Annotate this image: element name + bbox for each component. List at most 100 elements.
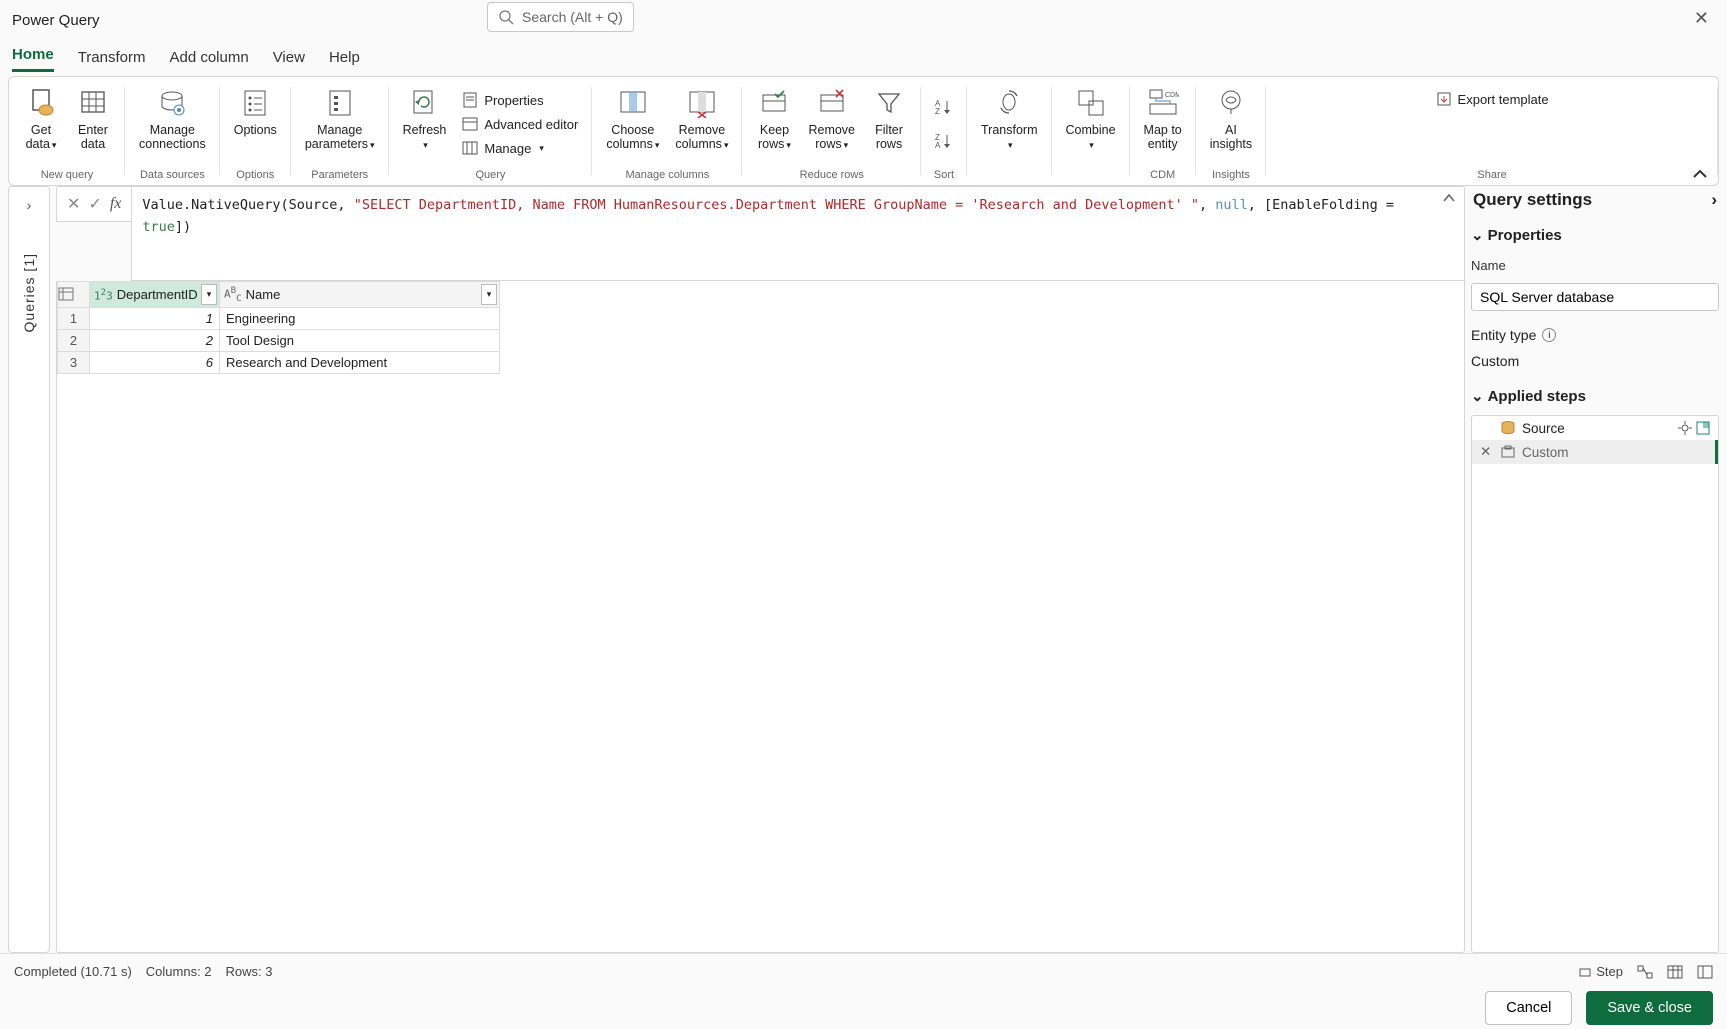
entity-type-label: Entity type [1471, 327, 1536, 343]
remove-rows-button[interactable]: Remove rows▾ [802, 81, 861, 167]
diagram-view-button[interactable] [1637, 965, 1653, 979]
fx-icon[interactable]: fx [106, 195, 126, 213]
svg-text:A: A [935, 141, 941, 150]
tab-transform[interactable]: Transform [78, 49, 146, 72]
step-custom[interactable]: ✕ Custom [1472, 440, 1718, 464]
map-to-entity-button[interactable]: CDM Map to entity [1138, 81, 1188, 167]
enter-data-button[interactable]: Enter data [69, 81, 117, 167]
search-placeholder: Search (Alt + Q) [522, 9, 623, 25]
group-sort: AZ ZA Sort [921, 77, 967, 185]
group-share: Export template Share [1266, 77, 1718, 185]
entity-type-value: Custom [1471, 353, 1719, 369]
table-row[interactable]: 22Tool Design [58, 329, 500, 351]
group-query: Refresh▾ Properties Advanced editor Mana… [389, 77, 593, 185]
query-name-input[interactable] [1471, 283, 1719, 311]
tab-home[interactable]: Home [12, 46, 54, 72]
svg-text:Z: Z [935, 107, 940, 116]
full-view-button[interactable] [1697, 965, 1713, 979]
data-grid: 123DepartmentID ▾ ABCName ▾ 11Engineerin… [56, 281, 1465, 953]
remove-columns-button[interactable]: Remove columns▾ [669, 81, 734, 167]
choose-columns-button[interactable]: Choose columns▾ [600, 81, 665, 167]
column-dropdown-icon[interactable]: ▾ [201, 284, 217, 305]
status-columns: Columns: 2 [146, 964, 212, 979]
step-source[interactable]: ✕ Source [1472, 416, 1718, 440]
status-bar: Completed (10.71 s) Columns: 2 Rows: 3 S… [0, 953, 1727, 989]
properties-button[interactable]: Properties [456, 88, 584, 112]
query-settings-title: Query settings [1473, 190, 1592, 210]
combine-button[interactable]: Combine▾ [1060, 81, 1122, 179]
title-bar: Power Query Search (Alt + Q) ✕ [0, 0, 1727, 40]
group-label: Query [475, 167, 505, 183]
sort-desc-button[interactable]: ZA [929, 124, 959, 158]
manage-connections-button[interactable]: Manage connections [133, 81, 212, 167]
grid-view-button[interactable] [1667, 965, 1683, 979]
cancel-button[interactable]: Cancel [1485, 991, 1572, 1025]
search-box[interactable]: Search (Alt + Q) [487, 2, 634, 32]
text-type-icon: ABC [224, 285, 242, 304]
sort-asc-button[interactable]: AZ [929, 90, 959, 124]
manage-button[interactable]: Manage▾ [456, 136, 584, 160]
tab-add-column[interactable]: Add column [169, 49, 248, 72]
collapse-formula-icon[interactable] [1442, 193, 1456, 203]
filter-rows-button[interactable]: Filter rows [865, 81, 913, 167]
group-new-query: Get data▾ Enter data New query [9, 77, 125, 185]
expand-queries-button[interactable]: › [27, 197, 32, 213]
name-label: Name [1471, 258, 1719, 273]
cancel-formula-icon[interactable]: ✕ [63, 194, 84, 214]
footer-buttons: Cancel Save & close [1485, 991, 1713, 1025]
save-close-button[interactable]: Save & close [1586, 991, 1713, 1025]
group-options: Options Options [220, 77, 291, 185]
column-header-name[interactable]: ABCName ▾ [220, 282, 500, 308]
group-label: Sort [934, 167, 954, 183]
get-data-button[interactable]: Get data▾ [17, 81, 65, 167]
native-query-icon[interactable] [1696, 421, 1710, 435]
number-type-icon: 123 [94, 287, 113, 303]
column-dropdown-icon[interactable]: ▾ [481, 284, 497, 305]
commit-formula-icon[interactable]: ✓ [84, 194, 105, 214]
step-icon [1500, 444, 1516, 460]
queries-label: Queries [1] [21, 253, 37, 332]
group-label: Parameters [311, 167, 368, 183]
delete-step-icon[interactable]: ✕ [1480, 444, 1494, 460]
group-label: New query [41, 167, 94, 183]
column-header-departmentid[interactable]: 123DepartmentID ▾ [90, 282, 220, 308]
applied-steps-toggle[interactable]: ⌄Applied steps [1471, 387, 1719, 405]
grid-corner[interactable] [58, 282, 90, 308]
ribbon-tabs: Home Transform Add column View Help [0, 40, 1727, 72]
options-button[interactable]: Options [228, 81, 283, 167]
group-label: Reduce rows [800, 167, 864, 183]
status-completed: Completed (10.71 s) [14, 964, 132, 979]
formula-input[interactable]: Value.NativeQuery(Source, "SELECT Depart… [131, 186, 1465, 281]
close-icon[interactable]: ✕ [1694, 8, 1709, 29]
tab-view[interactable]: View [273, 49, 305, 72]
properties-section-toggle[interactable]: ⌄Properties [1471, 226, 1719, 244]
export-template-button[interactable]: Export template [1430, 87, 1555, 111]
tab-help[interactable]: Help [329, 49, 360, 72]
gear-icon[interactable] [1678, 421, 1692, 435]
manage-parameters-button[interactable]: Manage parameters▾ [299, 81, 381, 167]
group-transform-solo: Transform▾ [967, 77, 1052, 185]
ai-insights-button[interactable]: AI insights [1204, 81, 1258, 167]
refresh-button[interactable]: Refresh▾ [397, 81, 453, 167]
group-insights: AI insights Insights [1196, 77, 1266, 185]
advanced-editor-button[interactable]: Advanced editor [456, 112, 584, 136]
database-icon [1500, 420, 1516, 436]
expand-settings-icon[interactable]: › [1711, 190, 1717, 210]
ribbon: Get data▾ Enter data New query Manage co… [0, 72, 1727, 186]
group-label: Share [1477, 167, 1506, 183]
group-manage-columns: Choose columns▾ Remove columns▾ Manage c… [592, 77, 742, 185]
group-label: Options [236, 167, 274, 183]
keep-rows-button[interactable]: Keep rows▾ [750, 81, 798, 167]
step-toggle-button[interactable]: Step [1578, 964, 1623, 979]
ribbon-collapse-button[interactable] [1692, 169, 1708, 179]
info-icon[interactable]: i [1542, 328, 1556, 342]
query-settings-pane: Query settings › ⌄Properties Name Entity … [1471, 186, 1719, 953]
table-row[interactable]: 11Engineering [58, 307, 500, 329]
group-label: CDM [1150, 167, 1175, 183]
transform-button[interactable]: Transform▾ [975, 81, 1044, 179]
applied-steps-list: ✕ Source ✕ Custom [1471, 415, 1719, 953]
search-icon [498, 9, 514, 25]
formula-bar: ✕ ✓ fx Value.NativeQuery(Source, "SELECT… [56, 186, 1465, 281]
table-row[interactable]: 36Research and Development [58, 351, 500, 373]
svg-text:CDM: CDM [1165, 92, 1179, 99]
